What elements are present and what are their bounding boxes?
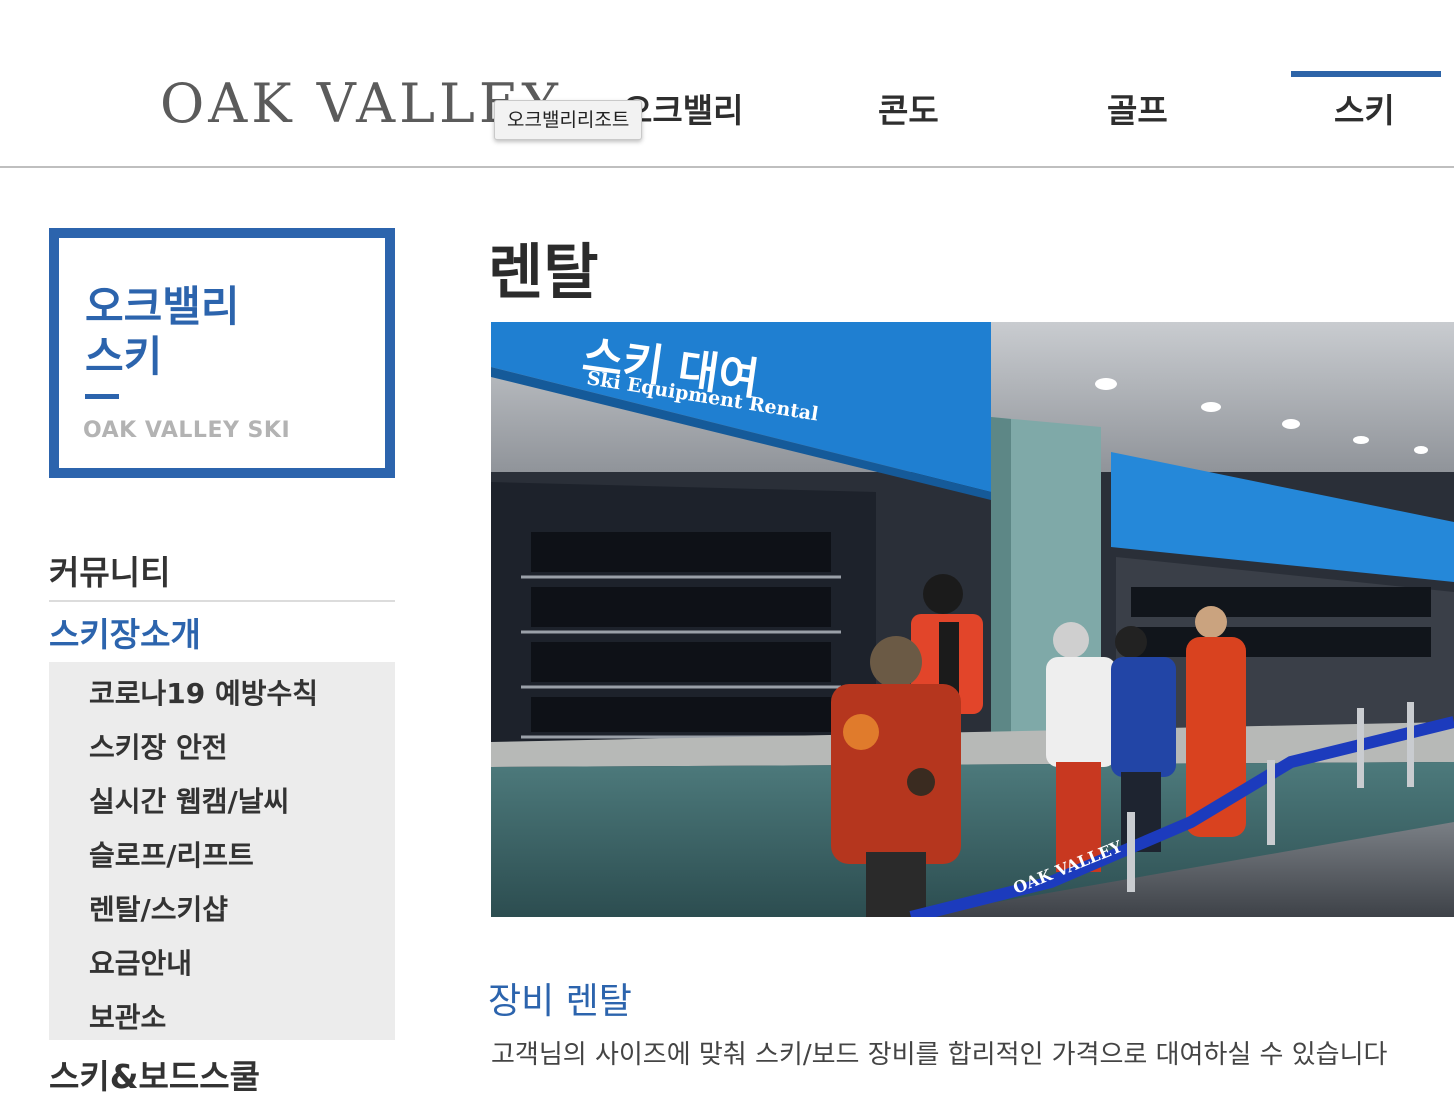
- nav-condo[interactable]: 콘도: [878, 84, 939, 132]
- brand-title-line2: 스키: [85, 332, 163, 381]
- sidebar-item-community[interactable]: 커뮤니티: [49, 546, 395, 602]
- sidebar-item-ski-intro[interactable]: 스키장소개: [49, 608, 395, 664]
- sidebar-item-school[interactable]: 스키&보드스쿨: [49, 1050, 395, 1104]
- submenu-item-rental[interactable]: 렌탈/스키샵: [89, 888, 228, 928]
- page-title: 렌탈: [488, 238, 599, 308]
- submenu-item-storage[interactable]: 보관소: [89, 996, 166, 1036]
- logo-tooltip: 오크밸리리조트: [494, 100, 643, 140]
- nav-active-indicator: [1291, 71, 1441, 77]
- site-header: OAK VALLEY 오크밸리리조트 오크밸리 콘도 골프 스키: [0, 0, 1454, 168]
- submenu-item-pricing[interactable]: 요금안내: [89, 942, 192, 982]
- brand-title: 오크밸리 스키: [85, 282, 240, 382]
- section-title: 장비 렌탈: [488, 981, 632, 1022]
- submenu-item-safety[interactable]: 스키장 안전: [89, 726, 228, 766]
- sidebar-submenu: 코로나19 예방수칙 스키장 안전 실시간 웹캠/날씨 슬로프/리프트 렌탈/스…: [49, 662, 395, 1040]
- rental-photo-illustration: 스키 대여 Ski Equipment Rental OAK VALLEY: [491, 322, 1454, 917]
- rental-photo: 스키 대여 Ski Equipment Rental OAK VALLEY: [491, 322, 1454, 917]
- nav-golf[interactable]: 골프: [1107, 84, 1168, 132]
- submenu-item-webcam[interactable]: 실시간 웹캠/날씨: [89, 780, 289, 820]
- brand-divider: [85, 394, 119, 399]
- sidebar-brand-box: 오크밸리 스키 OAK VALLEY SKI: [49, 228, 395, 478]
- submenu-item-slope[interactable]: 슬로프/리프트: [89, 834, 254, 874]
- brand-title-line1: 오크밸리: [85, 282, 240, 331]
- nav-ski[interactable]: 스키: [1334, 84, 1395, 132]
- submenu-item-covid[interactable]: 코로나19 예방수칙: [89, 672, 318, 712]
- brand-subtitle: OAK VALLEY SKI: [83, 418, 291, 443]
- section-description: 고객님의 사이즈에 맞춰 스키/보드 장비를 합리적인 가격으로 대여하실 수 …: [491, 1040, 1388, 1070]
